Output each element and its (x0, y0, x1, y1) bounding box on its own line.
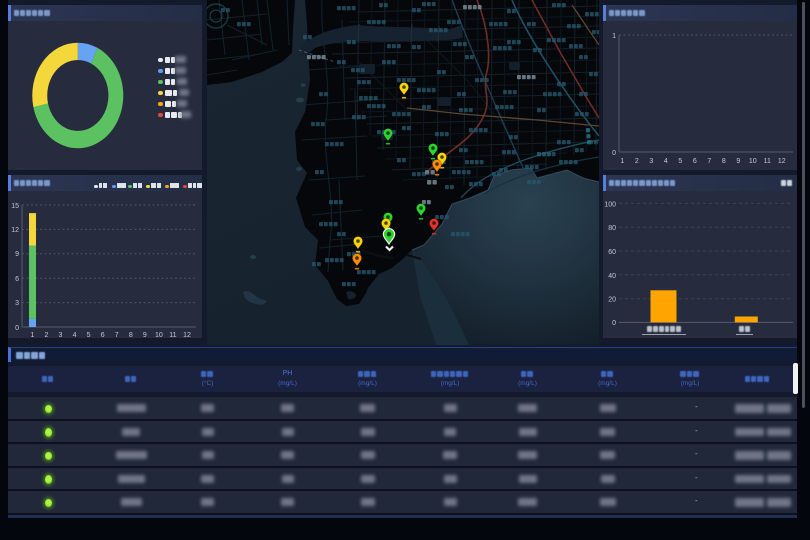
svg-text:8: 8 (722, 158, 726, 165)
svg-text:6: 6 (15, 276, 19, 283)
svg-text:20: 20 (608, 297, 616, 304)
svg-text:12: 12 (183, 332, 191, 338)
svg-text:5: 5 (678, 158, 682, 165)
svg-text:10: 10 (155, 332, 163, 338)
svg-text:15: 15 (11, 203, 19, 210)
svg-text:9: 9 (143, 332, 147, 338)
svg-text:80: 80 (608, 225, 616, 232)
svg-text:9: 9 (15, 251, 19, 258)
svg-text:9: 9 (736, 158, 740, 165)
svg-text:1: 1 (620, 158, 624, 165)
svg-text:6: 6 (101, 332, 105, 338)
svg-text:5: 5 (87, 332, 91, 338)
svg-text:60: 60 (608, 249, 616, 256)
svg-text:7: 7 (707, 158, 711, 165)
svg-text:8: 8 (129, 332, 133, 338)
svg-text:100: 100 (604, 201, 616, 208)
svg-text:3: 3 (649, 158, 653, 165)
svg-text:0: 0 (612, 150, 616, 157)
svg-text:2: 2 (635, 158, 639, 165)
svg-text:2: 2 (45, 332, 49, 338)
svg-text:40: 40 (608, 273, 616, 280)
svg-text:10: 10 (749, 158, 757, 165)
svg-text:12: 12 (11, 227, 19, 234)
svg-text:6: 6 (693, 158, 697, 165)
svg-text:3: 3 (59, 332, 63, 338)
svg-text:4: 4 (664, 158, 668, 165)
svg-text:11: 11 (764, 158, 771, 165)
svg-text:4: 4 (73, 332, 77, 338)
svg-text:0: 0 (612, 320, 616, 327)
svg-text:0: 0 (15, 325, 19, 332)
svg-text:12: 12 (778, 158, 786, 165)
svg-text:11: 11 (169, 332, 176, 338)
svg-text:1: 1 (612, 33, 616, 40)
svg-text:7: 7 (115, 332, 119, 338)
svg-text:1: 1 (30, 332, 34, 338)
svg-text:3: 3 (15, 300, 19, 307)
